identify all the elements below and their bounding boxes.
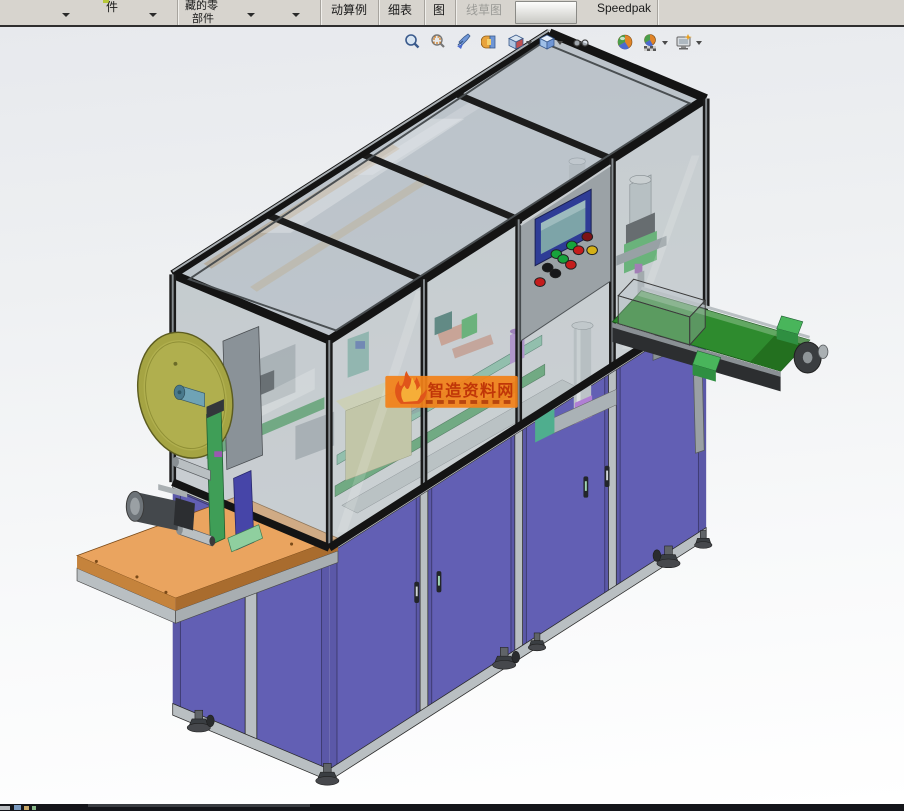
assembly-model: 智造资料网: [0, 27, 904, 804]
zoom-to-fit-icon[interactable]: [403, 33, 421, 51]
apply-scene-icon[interactable]: [641, 33, 659, 51]
ribbon-dropdown-arrow[interactable]: [247, 13, 255, 17]
ribbon-button-bom[interactable]: 细表: [388, 1, 412, 18]
clipped-taskbar-pixels: [88, 804, 310, 807]
view-settings-dropdown[interactable]: [696, 41, 702, 45]
apply-scene-dropdown[interactable]: [662, 41, 668, 45]
ribbon-separator: [177, 0, 178, 25]
edit-appearance-icon[interactable]: [616, 33, 634, 51]
ribbon-button-motion-study[interactable]: 动算例: [331, 1, 367, 18]
ribbon-separator: [424, 0, 425, 25]
ribbon-button-speedpak[interactable]: Speedpak: [597, 1, 651, 15]
view-settings-icon[interactable]: [675, 33, 693, 51]
clipped-taskbar-pixels: [14, 805, 21, 810]
view-orientation-icon[interactable]: [507, 33, 525, 51]
graphics-area[interactable]: 智造资料网: [0, 27, 904, 804]
ribbon-separator: [320, 0, 321, 25]
ribbon-separator: [657, 0, 658, 25]
command-manager-ribbon: 件 藏的零 部件 动算例 细表 图 线草图 Speedpak: [0, 0, 904, 27]
ribbon-separator: [455, 0, 456, 25]
ribbon-button-component[interactable]: 件: [106, 0, 118, 15]
tape-reel-unit: [125, 322, 263, 552]
display-style-icon[interactable]: [538, 33, 556, 51]
clipped-taskbar-pixels: [32, 806, 36, 810]
ribbon-separator: [378, 0, 379, 25]
ribbon-dropdown-arrow[interactable]: [149, 13, 157, 17]
bottom-window-edge: [0, 804, 904, 811]
solidworks-window: 件 藏的零 部件 动算例 细表 图 线草图 Speedpak 局 草图 评估 办…: [0, 0, 904, 811]
clipped-taskbar-pixels: [24, 806, 29, 810]
ribbon-button-instant3d[interactable]: [515, 1, 577, 24]
ribbon-button-exploded-view[interactable]: 图: [433, 1, 445, 18]
ribbon-dropdown-arrow[interactable]: [292, 13, 300, 17]
view-orientation-dropdown[interactable]: [526, 41, 532, 45]
hide-show-items-icon[interactable]: [572, 33, 590, 51]
watermark: 智造资料网: [385, 371, 517, 408]
ribbon-button-explode-line-sketch: 线草图: [466, 1, 502, 18]
watermark-text: 智造资料网: [428, 381, 515, 400]
display-style-dropdown[interactable]: [557, 41, 563, 45]
section-view-icon[interactable]: [481, 33, 499, 51]
clipped-taskbar-pixels: [0, 806, 10, 810]
ribbon-button-hidden-components-line2[interactable]: 部件: [192, 10, 214, 26]
zoom-to-area-icon[interactable]: [429, 33, 447, 51]
ribbon-dropdown-arrow[interactable]: [62, 13, 70, 17]
previous-view-icon[interactable]: [455, 33, 473, 51]
